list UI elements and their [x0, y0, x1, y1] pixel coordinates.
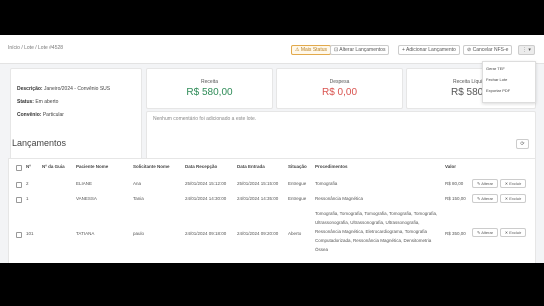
cell-entrada: 24/01/2024 14:35:00: [237, 196, 279, 201]
col-guia[interactable]: Nº da Guia: [42, 164, 65, 169]
cell-n: 101: [26, 231, 34, 236]
cell-procedimentos: Tomografia: [315, 181, 338, 186]
more-status-button[interactable]: ⚠ Mais Status: [291, 45, 331, 55]
cell-solicitante: paulo: [133, 231, 145, 236]
entries-table: [8, 158, 536, 263]
add-entry-button[interactable]: + Adicionar Lançamento: [398, 45, 460, 55]
expense-label: Despesa: [329, 79, 350, 85]
col-procedimentos[interactable]: Procedimentos: [315, 164, 348, 169]
cell-recepcao: 24/01/2024 09:18:00: [185, 231, 227, 236]
cell-recepcao: 24/01/2024 14:30:00: [185, 196, 227, 201]
dropdown-item-close[interactable]: Fechar Lote: [486, 77, 507, 82]
cell-paciente: ELIANE: [76, 181, 93, 186]
entries-title: Lançamentos: [12, 138, 67, 148]
select-all-checkbox[interactable]: [16, 165, 22, 171]
dropdown-item-export[interactable]: Exportar PDF: [486, 88, 510, 93]
cell-valor: R$ 350,00: [445, 231, 466, 236]
cell-entrada: 24/01/2024 09:20:00: [237, 231, 279, 236]
col-situacao[interactable]: Situação: [288, 164, 307, 169]
cell-recepcao: 25/01/2024 15:12:00: [185, 181, 227, 186]
more-actions-button[interactable]: ⋮ ▾: [518, 45, 535, 55]
col-solicitante[interactable]: Solicitante Nome: [133, 164, 170, 169]
row-checkbox[interactable]: [16, 232, 22, 238]
change-entries-button[interactable]: ⊡ Alterar Lançamentos: [330, 45, 390, 55]
cell-valor: R$ 150,00: [445, 196, 466, 201]
col-recepcao[interactable]: Data Recepção: [185, 164, 217, 169]
cell-entrada: 25/01/2024 15:15:00: [237, 181, 279, 186]
cancel-nfse-button[interactable]: ⊘ Cancelar NFS-e: [463, 45, 513, 55]
cell-n: 2: [26, 181, 29, 186]
col-valor[interactable]: Valor: [445, 164, 456, 169]
dropdown-item-tef[interactable]: Gerar TEF: [486, 66, 505, 71]
cell-procedimentos: Ressonância Magnética: [315, 196, 364, 201]
cell-n: 1: [26, 196, 29, 201]
col-paciente[interactable]: Paciente Nome: [76, 164, 108, 169]
status-row: Status: Em aberto: [17, 99, 59, 105]
more-actions-dropdown: Gerar TEF Fechar Lote Exportar PDF: [482, 61, 536, 103]
delete-button[interactable]: ✕ Excluir: [500, 194, 526, 203]
col-n[interactable]: Nº: [26, 164, 31, 169]
batch-info-card: Descrição: Janeiro/2024 - Convênio SUS S…: [10, 68, 142, 166]
cell-situacao: Entregue: [288, 196, 307, 201]
cell-procedimentos: Tomografia, Tomografia, Tomografia, Tomo…: [315, 211, 438, 252]
delete-button[interactable]: ✕ Excluir: [500, 179, 526, 188]
cell-valor: R$ 80,00: [445, 181, 464, 186]
expense-card: Despesa R$ 0,00: [276, 68, 403, 109]
cell-paciente: TATIANA: [76, 231, 95, 236]
refresh-icon[interactable]: ⟳: [516, 139, 529, 149]
revenue-label: Receita: [201, 79, 218, 85]
comments-empty-text: Nenhum comentário foi adicionado a este …: [153, 116, 257, 122]
cell-solicitante: Tania: [133, 196, 144, 201]
description-row: Descrição: Janeiro/2024 - Convênio SUS: [17, 86, 111, 92]
edit-button[interactable]: ✎ Alterar: [472, 228, 498, 237]
expense-value: R$ 0,00: [321, 87, 358, 98]
row-checkbox[interactable]: [16, 197, 22, 203]
edit-button[interactable]: ✎ Alterar: [472, 179, 498, 188]
row-checkbox[interactable]: [16, 182, 22, 188]
top-toolbar: Início / Lote / Lote #4528 ⚠ Mais Status…: [0, 35, 544, 64]
cell-situacao: Aberto: [288, 231, 302, 236]
cell-situacao: Entregue: [288, 181, 307, 186]
edit-button[interactable]: ✎ Alterar: [472, 194, 498, 203]
cell-paciente: VANESSA: [76, 196, 97, 201]
revenue-value: R$ 580,00: [186, 87, 233, 98]
app-window: Início / Lote / Lote #4528 ⚠ Mais Status…: [0, 35, 544, 263]
cell-solicitante: Ana: [133, 181, 142, 186]
convenio-row: Convênio: Particular: [17, 112, 64, 118]
delete-button[interactable]: ✕ Excluir: [500, 228, 526, 237]
revenue-card: Receita R$ 580,00: [146, 68, 273, 109]
col-entrada[interactable]: Data Entrada: [237, 164, 265, 169]
breadcrumb[interactable]: Início / Lote / Lote #4528: [8, 45, 63, 51]
